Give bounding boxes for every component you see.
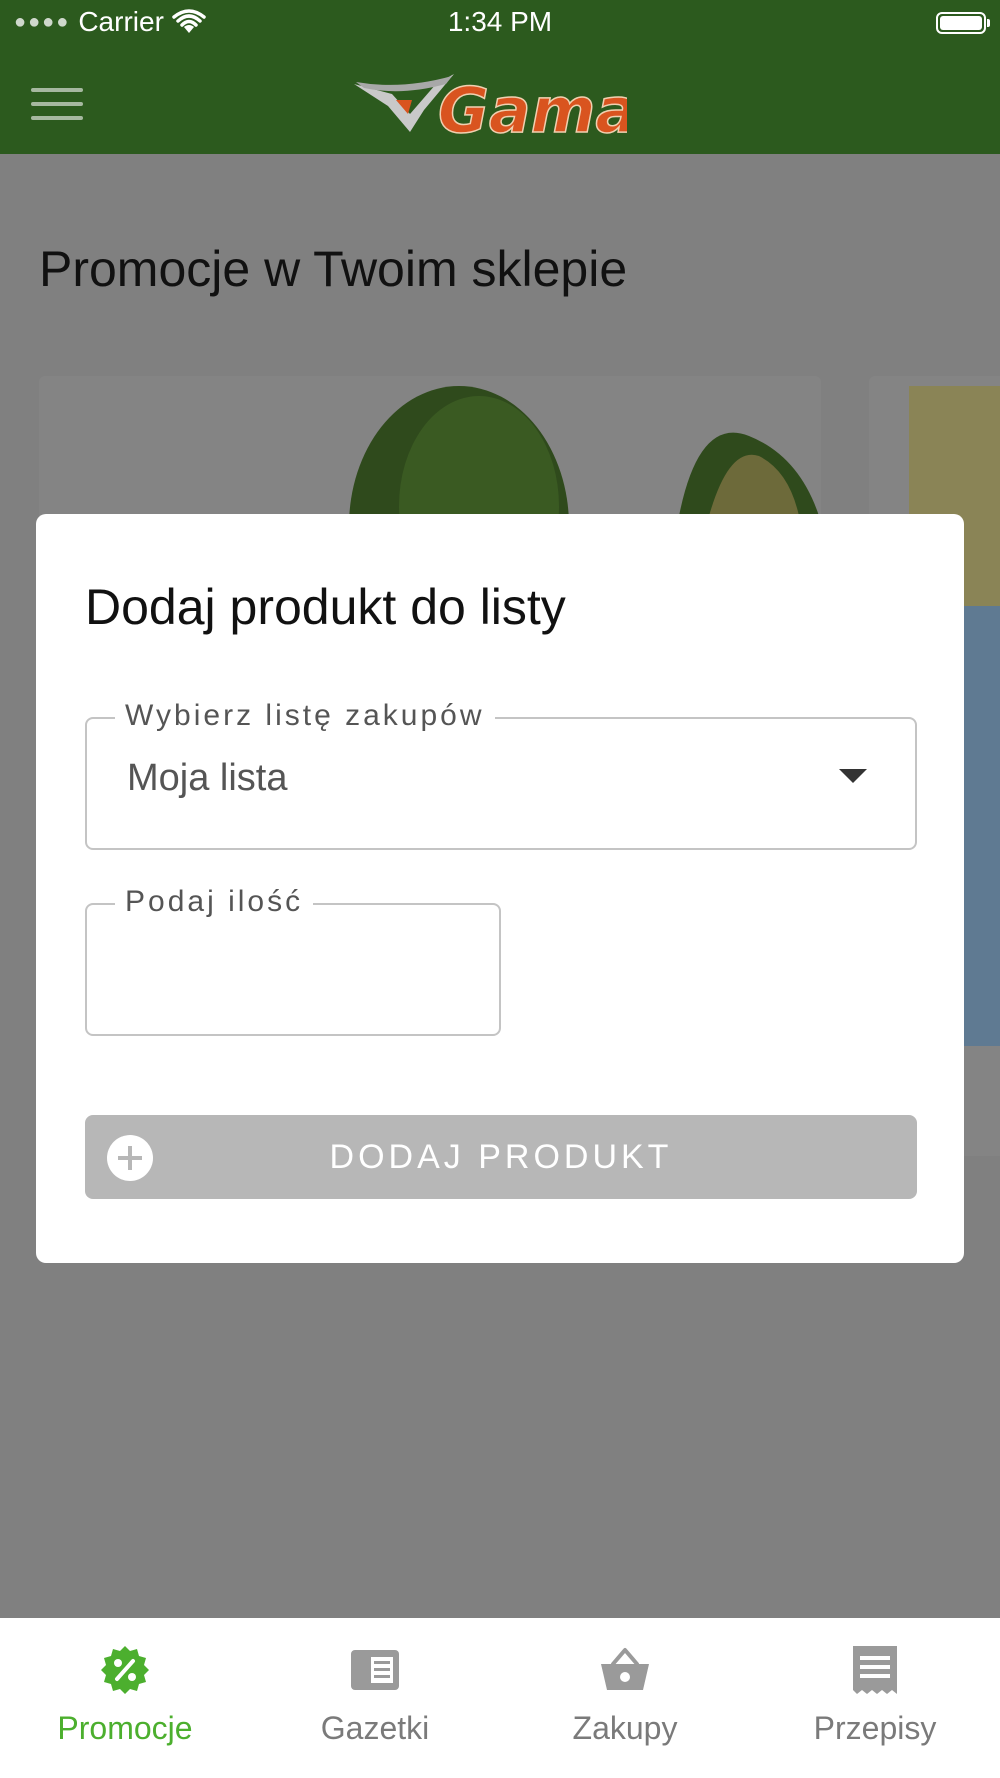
app-header: Gama <box>0 50 1000 154</box>
battery-icon <box>936 12 990 34</box>
percent-badge-icon <box>101 1646 149 1694</box>
status-bar: ●●●● Carrier 1:34 PM <box>0 0 1000 50</box>
shopping-list-label: Wybierz listę zakupów <box>115 699 495 733</box>
shopping-list-value: Moja lista <box>127 757 288 799</box>
basket-icon <box>601 1648 649 1690</box>
tab-przepisy[interactable]: Przepisy <box>750 1618 1000 1778</box>
add-product-button[interactable]: DODAJ PRODUKT <box>85 1115 917 1199</box>
hamburger-icon[interactable] <box>31 88 83 120</box>
tab-promocje[interactable]: Promocje <box>0 1618 250 1778</box>
gama-logo: Gama <box>354 73 627 142</box>
quantity-input[interactable]: Podaj ilość <box>85 885 501 1036</box>
status-time: 1:34 PM <box>447 6 553 37</box>
bottom-tab-bar: Promocje Gazetki Zakupy Przepisy <box>0 1618 1000 1778</box>
avocado-image <box>349 386 819 516</box>
svg-text:Gama: Gama <box>438 74 627 142</box>
add-product-label: DODAJ PRODUKT <box>329 1138 673 1176</box>
tab-zakupy[interactable]: Zakupy <box>500 1618 750 1778</box>
add-to-list-dialog: Dodaj produkt do listy Wybierz listę zak… <box>36 514 964 1263</box>
page-title: Promocje w Twoim sklepie <box>39 241 628 297</box>
newspaper-icon <box>351 1650 399 1690</box>
tab-label: Gazetki <box>320 1710 430 1746</box>
receipt-icon <box>853 1646 897 1694</box>
shopping-list-select[interactable]: Wybierz listę zakupów Moja lista <box>85 699 917 850</box>
dialog-title: Dodaj produkt do listy <box>85 579 566 635</box>
tab-gazetki[interactable]: Gazetki <box>250 1618 500 1778</box>
tab-label: Zakupy <box>572 1710 678 1746</box>
dropdown-arrow-icon[interactable] <box>839 769 867 783</box>
quantity-label: Podaj ilość <box>115 885 314 919</box>
tab-label: Promocje <box>57 1710 193 1746</box>
tab-label: Przepisy <box>813 1710 937 1746</box>
